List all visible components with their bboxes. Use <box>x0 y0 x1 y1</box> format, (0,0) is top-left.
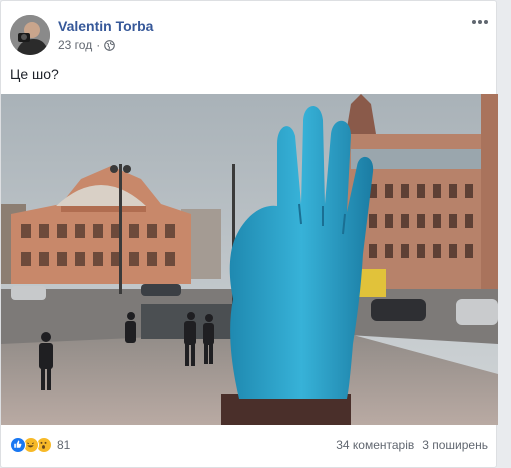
reactions-count[interactable]: 81 <box>57 438 70 452</box>
post-photo[interactable] <box>1 94 498 425</box>
post-footer: 81 34 коментарів 3 поширень <box>1 425 498 468</box>
more-options-icon[interactable] <box>470 15 490 29</box>
post-text: Це шо? <box>10 66 59 82</box>
shares-count[interactable]: 3 поширень <box>422 438 488 452</box>
comments-count[interactable]: 34 коментарів <box>336 438 414 452</box>
post-timestamp[interactable]: 23 год <box>58 38 92 52</box>
post-card: Valentin Torba 23 год · Це шо? 81 34 ком… <box>0 0 498 468</box>
globe-icon[interactable] <box>104 39 116 51</box>
reactions-summary[interactable]: 81 <box>10 437 70 453</box>
post-header: Valentin Torba 23 год · <box>10 13 490 57</box>
post-stats: 34 коментарів 3 поширень <box>336 438 488 452</box>
post-meta: 23 год · <box>58 38 116 52</box>
avatar[interactable] <box>10 15 50 55</box>
author-name[interactable]: Valentin Torba <box>58 18 153 34</box>
like-icon <box>10 437 26 453</box>
